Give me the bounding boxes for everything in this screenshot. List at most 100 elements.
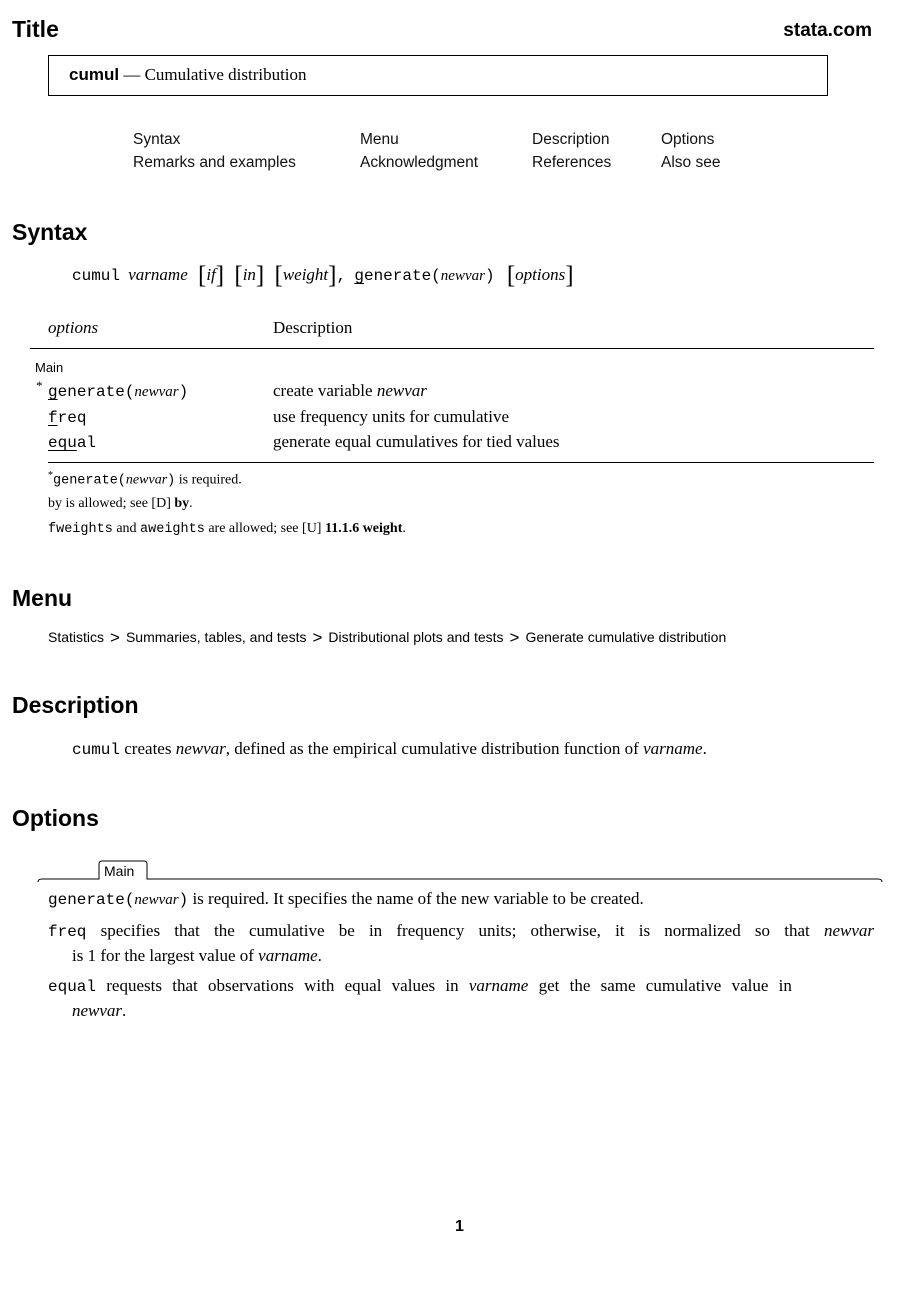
bracket-close: ] — [328, 262, 337, 289]
table-row-equal-desc: generate equal cumulatives for tied valu… — [273, 432, 560, 451]
by-link[interactable]: by — [171, 496, 189, 511]
note-text: is allowed; see — [62, 496, 152, 511]
toc-link-syntax[interactable]: Syntax — [133, 131, 180, 149]
command-description: Cumulative distribution — [144, 65, 307, 84]
note-weights: fweights and aweights are allowed; see [… — [48, 521, 406, 537]
opt-arg: newvar — [134, 892, 179, 908]
syntax-comma: , — [336, 267, 347, 285]
title-line: cumul — Cumulative distribution — [69, 65, 307, 85]
toc-link-description[interactable]: Description — [532, 131, 610, 149]
desc-text: creates — [120, 739, 176, 758]
bracket-close: ] — [215, 262, 225, 289]
syntax-if: if — [206, 265, 216, 284]
option-generate-paragraph: generate(newvar) is required. It specifi… — [48, 887, 644, 912]
syntax-command: cumul — [72, 267, 121, 285]
opt-cmd: generate( — [48, 891, 135, 909]
toc-link-references[interactable]: References — [532, 154, 611, 172]
menu-path-item: Distributional plots and tests — [328, 629, 504, 645]
main-tab-rule — [37, 860, 883, 883]
command-name: cumul — [69, 65, 120, 84]
desc-varname: varname — [643, 739, 703, 758]
toc-link-also-see[interactable]: Also see — [661, 154, 720, 172]
title-box: cumul — Cumulative distribution — [48, 55, 828, 96]
bracket-open: [ — [506, 262, 516, 289]
chevron-right-icon: > — [312, 628, 323, 647]
option-desc: create variable — [273, 381, 377, 400]
desc-text: , defined as the empirical cumulative di… — [225, 739, 644, 758]
toc-link-options[interactable]: Options — [661, 131, 714, 149]
syntax-newvar: newvar — [440, 268, 485, 284]
option-desc-italic: newvar — [376, 381, 427, 400]
toc-link-menu[interactable]: Menu — [360, 131, 399, 149]
option-equal-paragraph: equal requests that observations with eq… — [48, 974, 874, 1022]
menu-path-item: Statistics — [48, 629, 105, 645]
weight-link[interactable]: 11.1.6 weight — [321, 521, 402, 536]
opt-italic: newvar — [72, 1001, 123, 1020]
note-text: and — [112, 521, 141, 536]
chevron-right-icon: > — [110, 628, 120, 647]
opt-close: ) — [178, 891, 189, 909]
table-header-options: options — [48, 318, 99, 337]
brand-link[interactable]: stata.com — [783, 20, 872, 42]
opt-cmd: freq — [48, 923, 87, 941]
option-abbrev: f — [48, 409, 58, 427]
note-text: is required. — [175, 472, 242, 488]
table-header-rule — [30, 348, 874, 349]
opt-italic: varname — [258, 946, 318, 965]
option-name: req — [57, 409, 87, 427]
table-group-main: Main — [35, 360, 64, 375]
bracket-close: ] — [565, 262, 574, 289]
menu-path-item: Summaries, tables, and tests — [125, 629, 307, 645]
page-number: 1 — [455, 1218, 464, 1235]
syntax-generate: generate( — [354, 267, 440, 285]
options-heading: Options — [12, 805, 99, 831]
menu-path: Statistics > Summaries, tables, and tests >… — [48, 628, 726, 648]
note-arg: newvar — [125, 472, 168, 488]
table-footer-rule — [48, 462, 874, 463]
description-heading: Description — [12, 692, 139, 718]
required-star: * — [36, 378, 43, 393]
opt-end: . — [122, 1001, 127, 1020]
opt-text: is required. It specifies the name of th… — [188, 889, 644, 908]
note-cmd: generate( — [53, 473, 126, 489]
note-required: *generate(newvar) is required. — [48, 470, 242, 489]
bracket-open: [ — [274, 262, 283, 289]
opt-text: specifies that the cumulative be in freq… — [86, 921, 824, 940]
note-text: are allowed; see — [204, 521, 303, 536]
description-text: cumul creates newvar, defined as the emp… — [72, 737, 707, 762]
opt-text: requests that observations with equal va… — [96, 976, 469, 995]
title-heading: Title — [12, 16, 59, 42]
note-end: . — [189, 496, 193, 511]
note-by: by is allowed; see [D] by. — [48, 496, 193, 512]
desc-cmd: cumul — [72, 741, 121, 759]
option-abbrev: g — [48, 383, 58, 401]
note-by-cmd: by — [48, 496, 62, 511]
option-name: al — [76, 434, 97, 452]
syntax-line: cumul varname [if] [in] [weight], genera… — [72, 262, 574, 290]
note-aweights: aweights — [140, 522, 205, 537]
toc-link-remarks-and-examples[interactable]: Remarks and examples — [133, 154, 296, 172]
option-freq-paragraph: freq specifies that the cumulative be in… — [48, 919, 874, 967]
opt-text: is 1 for the largest value of — [72, 946, 259, 965]
note-end: . — [402, 521, 406, 536]
desc-newvar: newvar — [175, 739, 226, 758]
opt-cmd: equal — [48, 978, 97, 996]
main-tab-label: Main — [104, 863, 135, 879]
table-row-freq-desc: use frequency units for cumulative — [273, 407, 510, 426]
table-row-freq: freq — [48, 407, 86, 427]
table-row-generate-desc: create variable newvar — [273, 381, 427, 401]
bracket-close: ] — [255, 262, 265, 289]
chevron-right-icon: > — [509, 628, 520, 647]
syntax-varname: varname — [128, 265, 188, 284]
generate-rest: enerate( — [363, 267, 441, 285]
table-row-equal: equal — [48, 432, 96, 452]
option-name: enerate( — [57, 383, 135, 401]
title-dash: — — [123, 65, 141, 84]
syntax-weight: weight — [282, 265, 329, 284]
bracket-open: [ — [234, 262, 243, 289]
syntax-close-paren: ) — [484, 267, 495, 285]
opt-end: . — [317, 946, 322, 965]
syntax-heading: Syntax — [12, 219, 88, 245]
toc-link-acknowledgment[interactable]: Acknowledgment — [360, 154, 478, 172]
table-row-generate: generate(newvar) — [48, 381, 188, 401]
